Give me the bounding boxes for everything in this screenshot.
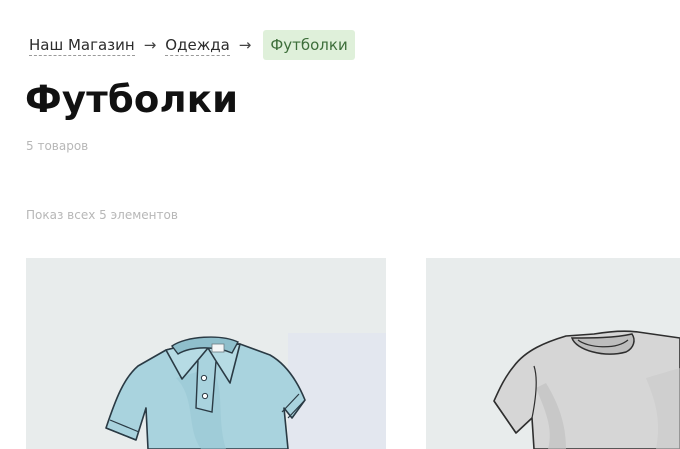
product-card[interactable] (426, 258, 680, 449)
product-card[interactable] (26, 258, 386, 449)
breadcrumb-current: Футболки (263, 30, 355, 60)
breadcrumb-separator: → (143, 36, 157, 54)
tshirt-image (426, 258, 680, 449)
breadcrumb-separator: → (238, 36, 252, 54)
breadcrumb: Наш Магазин → Одежда → Футболки (29, 30, 355, 60)
breadcrumb-category-link[interactable]: Одежда (165, 35, 230, 56)
product-count: 5 товаров (26, 139, 89, 153)
result-count: Показ всех 5 элементов (26, 208, 178, 222)
breadcrumb-home-link[interactable]: Наш Магазин (29, 35, 135, 56)
page: Наш Магазин → Одежда → Футболки Футболки… (0, 0, 680, 449)
polo-shirt-image (26, 258, 386, 449)
page-title: Футболки (25, 78, 239, 121)
